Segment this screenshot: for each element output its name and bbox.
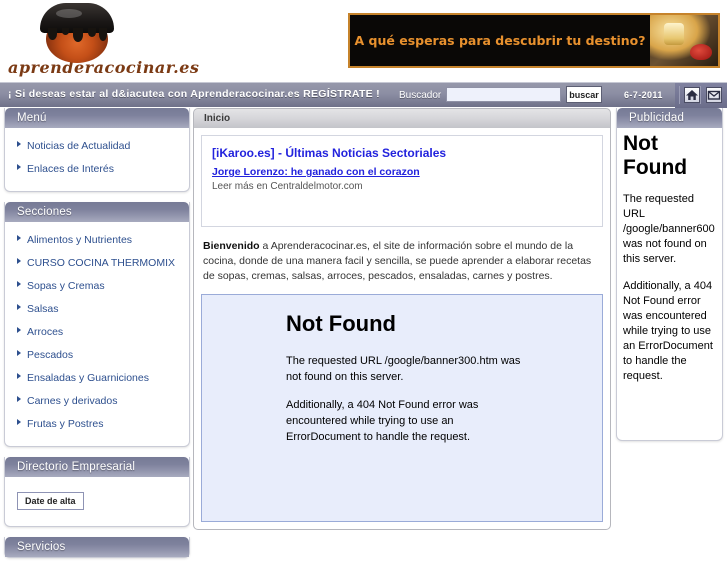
bullet-arrow-icon — [17, 396, 21, 402]
icon-separator-2 — [700, 86, 701, 104]
search-label: Buscador — [399, 90, 442, 101]
welcome-text: a Aprenderacocinar.es, el site de inform… — [203, 240, 592, 282]
sidebar-item-curso-cocina-thermomix[interactable]: CURSO COCINA THERMOMIX — [13, 252, 181, 275]
sidebar-item-label: Sopas y Cremas — [27, 280, 105, 292]
sidebar-block-menu-body: Noticias de Actualidad Enlaces de Interé… — [5, 128, 189, 191]
right-not-found-title: Not Found — [623, 132, 688, 179]
sidebar-item-label: Arroces — [27, 326, 64, 338]
sidebar-block-menu: Menú Noticias de Actualidad Enlaces de I… — [4, 108, 190, 192]
main-content-column: Inicio [iKaroo.es] - Últimas Noticias Se… — [193, 108, 611, 530]
sidebar-item-label: CURSO COCINA THERMOMIX — [27, 257, 175, 269]
quicklinks-icon-group — [675, 83, 727, 108]
bullet-arrow-icon — [17, 235, 21, 241]
page-columns: Menú Noticias de Actualidad Enlaces de I… — [0, 108, 727, 558]
center-not-found-title: Not Found — [286, 311, 396, 336]
drip-2 — [62, 28, 69, 35]
utility-navbar: ¡ Si deseas estar al d&iacutea con Apren… — [0, 82, 727, 108]
mail-icon[interactable] — [706, 87, 722, 103]
left-sidebar: Menú Noticias de Actualidad Enlaces de I… — [4, 108, 190, 568]
sidebar-item-arroces[interactable]: Arroces — [13, 321, 181, 344]
content-body: [iKaroo.es] - Últimas Noticias Sectorial… — [193, 128, 611, 530]
search-input[interactable] — [446, 87, 561, 102]
news-article-source: Leer más en Centraldelmotor.com — [212, 181, 363, 192]
banner-image — [650, 15, 718, 66]
sidebar-item-label: Carnes y derivados — [27, 395, 118, 407]
pot-highlight — [56, 9, 82, 18]
sidebar-item-label: Noticias de Actualidad — [27, 140, 131, 152]
sidebar-item-pescados[interactable]: Pescados — [13, 344, 181, 367]
bullet-arrow-icon — [17, 350, 21, 356]
drip-1 — [48, 28, 57, 40]
sidebar-item-frutas-y-postres[interactable]: Frutas y Postres — [13, 413, 181, 436]
bullet-arrow-icon — [17, 281, 21, 287]
home-icon[interactable] — [684, 87, 700, 103]
bullet-arrow-icon — [17, 327, 21, 333]
sidebar-block-directorio-body: Date de alta — [5, 477, 189, 526]
right-sidebar: Publicidad Not Found The requested URL /… — [616, 108, 723, 441]
sidebar-item-label: Pescados — [27, 349, 74, 361]
bullet-arrow-icon — [17, 373, 21, 379]
sidebar-item-label: Alimentos y Nutrientes — [27, 234, 133, 246]
sidebar-item-sopas-y-cremas[interactable]: Sopas y Cremas — [13, 275, 181, 298]
bullet-arrow-icon — [17, 141, 21, 147]
right-not-found-para2: Additionally, a 404 Not Found error was … — [623, 280, 713, 382]
sidebar-item-enlaces-de-interes[interactable]: Enlaces de Interés — [13, 158, 181, 181]
drip-5 — [99, 28, 107, 41]
tab-inicio[interactable]: Inicio — [194, 109, 240, 128]
bullet-arrow-icon — [17, 304, 21, 310]
bullet-arrow-icon — [17, 164, 21, 170]
site-logo[interactable]: aprenderacocinar.es — [8, 0, 208, 80]
top-advertisement-banner[interactable]: A qué esperas para descubrir tu destino? — [348, 13, 720, 68]
sidebar-item-ensaladas-y-guarniciones[interactable]: Ensaladas y Guarniciones — [13, 367, 181, 390]
center-not-found-para2: Additionally, a 404 Not Found error was … — [286, 399, 479, 443]
sidebar-block-servicios-title: Servicios — [5, 537, 189, 557]
bullet-arrow-icon — [17, 419, 21, 425]
drip-3 — [73, 28, 83, 42]
sidebar-item-label: Salsas — [27, 303, 59, 315]
sidebar-item-label: Enlaces de Interés — [27, 163, 114, 175]
cooking-pot-icon — [40, 3, 114, 63]
sidebar-block-directorio-title: Directorio Empresarial — [5, 457, 189, 477]
search-submit-button[interactable]: buscar — [566, 86, 602, 103]
sidebar-block-servicios: Servicios — [4, 537, 190, 558]
registration-promo-text: ¡ Si deseas estar al d&iacutea con Apren… — [8, 88, 380, 100]
sidebar-block-publicidad-title: Publicidad — [617, 108, 722, 128]
center-not-found-panel: Not Found The requested URL /google/bann… — [201, 294, 603, 522]
welcome-lead: Bienvenido — [203, 240, 260, 252]
site-header: aprenderacocinar.es A qué esperas para d… — [0, 0, 727, 82]
current-date: 6-7-2011 — [624, 90, 663, 100]
logo-wordmark: aprenderacocinar.es — [8, 58, 200, 77]
date-de-alta-button[interactable]: Date de alta — [17, 492, 84, 510]
sidebar-block-publicidad: Publicidad Not Found The requested URL /… — [616, 108, 723, 441]
news-article-link[interactable]: Jorge Lorenzo: he ganado con el corazon — [212, 166, 592, 178]
sidebar-block-menu-title: Menú — [5, 108, 189, 128]
sidebar-block-secciones-body: Alimentos y Nutrientes CURSO COCINA THER… — [5, 222, 189, 446]
drip-4 — [88, 28, 96, 37]
right-not-found-para1: The requested URL /google/banner600 was … — [623, 193, 715, 265]
content-tabbar: Inicio — [193, 108, 611, 128]
sidebar-item-noticias-de-actualidad[interactable]: Noticias de Actualidad — [13, 135, 181, 158]
sidebar-item-carnes-y-derivados[interactable]: Carnes y derivados — [13, 390, 181, 413]
bullet-arrow-icon — [17, 258, 21, 264]
banner-headline: A qué esperas para descubrir tu destino? — [354, 33, 646, 48]
sidebar-item-alimentos-y-nutrientes[interactable]: Alimentos y Nutrientes — [13, 229, 181, 252]
sidebar-item-salsas[interactable]: Salsas — [13, 298, 181, 321]
sidebar-item-label: Ensaladas y Guarniciones — [27, 372, 149, 384]
welcome-paragraph: Bienvenido a Aprenderacocinar.es, el sit… — [203, 239, 601, 284]
sidebar-item-label: Frutas y Postres — [27, 418, 104, 430]
sidebar-block-secciones-title: Secciones — [5, 202, 189, 222]
right-not-found-panel: Not Found The requested URL /google/bann… — [617, 128, 722, 440]
news-widget-title: [iKaroo.es] - Últimas Noticias Sectorial… — [212, 146, 447, 160]
news-widget: [iKaroo.es] - Últimas Noticias Sectorial… — [201, 135, 603, 227]
sidebar-block-secciones: Secciones Alimentos y Nutrientes CURSO C… — [4, 202, 190, 447]
icon-separator-1 — [679, 86, 680, 104]
center-not-found-para1: The requested URL /google/banner300.htm … — [286, 355, 521, 383]
sidebar-block-directorio-empresarial: Directorio Empresarial Date de alta — [4, 457, 190, 527]
